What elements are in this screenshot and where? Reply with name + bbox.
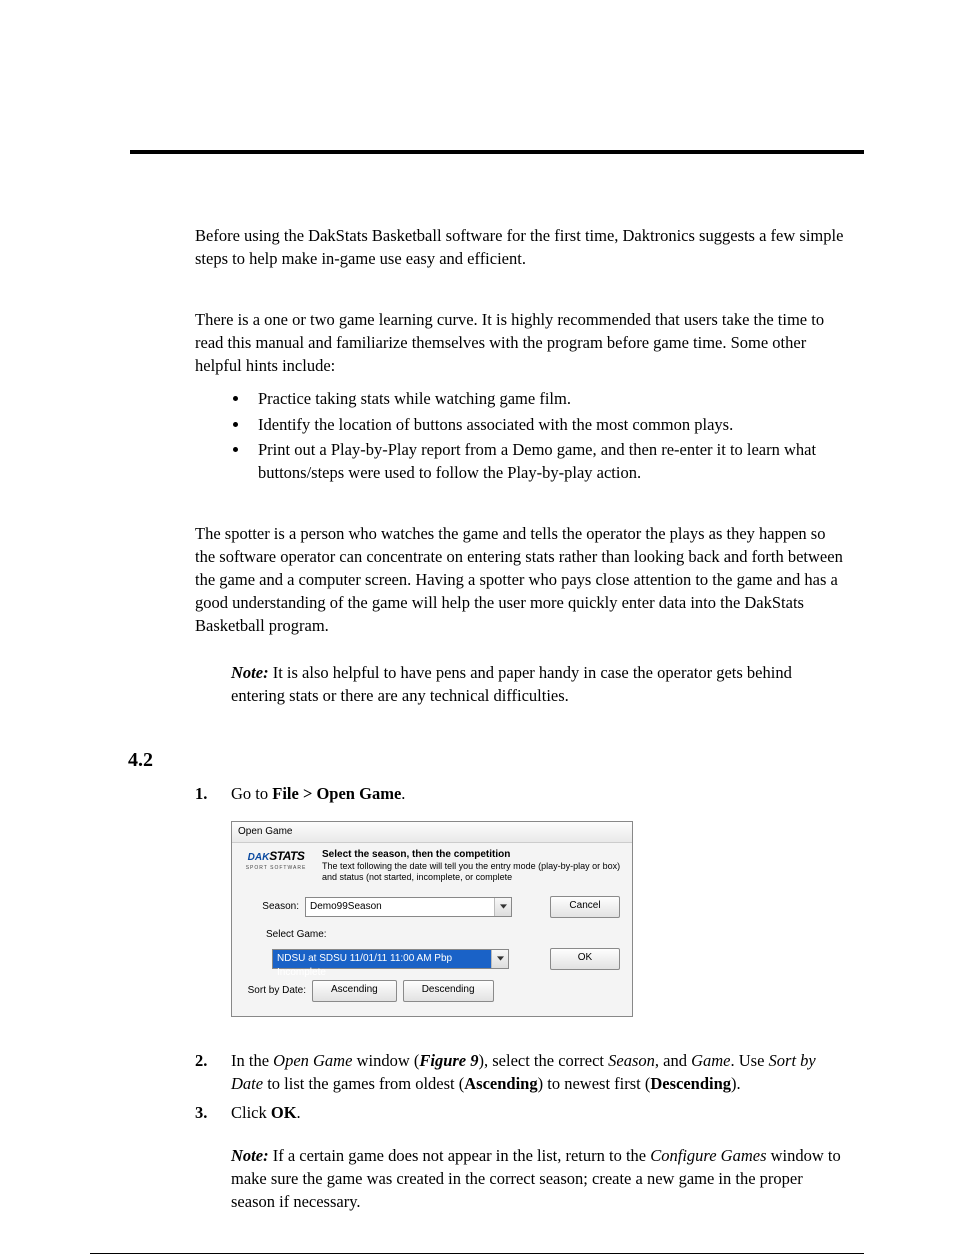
menu-path: File > Open Game bbox=[272, 784, 401, 803]
step-number: 1. bbox=[195, 782, 207, 805]
game-row: NDSU at SDSU 11/01/11 11:00 AM Pbp Incom… bbox=[244, 948, 620, 970]
sort-label: Sort by Date: bbox=[244, 984, 306, 998]
step-number: 3. bbox=[195, 1101, 207, 1124]
section-heading: 4.2 bbox=[128, 746, 153, 774]
season-row: Season: Demo99Season Cancel bbox=[244, 896, 620, 918]
top-rule bbox=[130, 150, 864, 154]
content-column: Before using the DakStats Basketball sof… bbox=[195, 224, 844, 746]
step-2: 2. In the Open Game window (Figure 9), s… bbox=[195, 1049, 844, 1095]
game-value: NDSU at SDSU 11/01/11 11:00 AM Pbp Incom… bbox=[273, 950, 491, 968]
step-1: 1. Go to File > Open Game. bbox=[195, 782, 844, 805]
step-text: Go to bbox=[231, 784, 272, 803]
hint-item: Print out a Play-by-Play report from a D… bbox=[250, 438, 844, 484]
intro-paragraph-1: Before using the DakStats Basketball sof… bbox=[195, 224, 844, 270]
figure-open-game-dialog: Open Game DAKSTATS SPORT SOFTWARE Select… bbox=[231, 821, 844, 1017]
step-list-continued: 2. In the Open Game window (Figure 9), s… bbox=[195, 1049, 844, 1124]
ok-button[interactable]: OK bbox=[550, 948, 620, 970]
dialog-body: Season: Demo99Season Cancel Select Game: bbox=[232, 886, 632, 1016]
intro-paragraph-2: There is a one or two game learning curv… bbox=[195, 308, 844, 377]
dialog-header-bold: Select the season, then the competition bbox=[322, 849, 624, 862]
season-value: Demo99Season bbox=[306, 898, 494, 916]
dialog: Open Game DAKSTATS SPORT SOFTWARE Select… bbox=[231, 821, 633, 1017]
chevron-down-icon[interactable] bbox=[494, 898, 511, 916]
season-label: Season: bbox=[244, 900, 299, 914]
step-note: Note: If a certain game does not appear … bbox=[231, 1144, 844, 1213]
hint-list: Practice taking stats while watching gam… bbox=[195, 387, 844, 483]
season-combo[interactable]: Demo99Season bbox=[305, 897, 512, 917]
note-text: It is also helpful to have pens and pape… bbox=[231, 663, 792, 705]
spotter-paragraph: The spotter is a person who watches the … bbox=[195, 522, 844, 637]
dialog-header: DAKSTATS SPORT SOFTWARE Select the seaso… bbox=[232, 843, 632, 886]
dialog-title-bar: Open Game bbox=[232, 822, 632, 843]
dialog-header-desc: The text following the date will tell yo… bbox=[322, 861, 624, 884]
step-list: 1. Go to File > Open Game. bbox=[195, 782, 844, 805]
note-label: Note: bbox=[231, 663, 269, 682]
dakstats-logo: DAKSTATS SPORT SOFTWARE bbox=[240, 849, 312, 871]
dialog-header-text: Select the season, then the competition … bbox=[322, 849, 624, 884]
section-body: 1. Go to File > Open Game. Open Game DAK… bbox=[195, 782, 844, 1214]
cancel-button[interactable]: Cancel bbox=[550, 896, 620, 918]
hint-item: Practice taking stats while watching gam… bbox=[250, 387, 844, 410]
sort-row: Sort by Date: Ascending Descending bbox=[244, 980, 620, 1002]
chevron-down-icon[interactable] bbox=[491, 950, 508, 968]
page: Before using the DakStats Basketball sof… bbox=[0, 0, 954, 1235]
select-game-label: Select Game: bbox=[266, 928, 620, 942]
ascending-button[interactable]: Ascending bbox=[312, 980, 397, 1002]
note-paragraph: Note: It is also helpful to have pens an… bbox=[231, 661, 844, 707]
note-label: Note: bbox=[231, 1146, 269, 1165]
step-number: 2. bbox=[195, 1049, 207, 1072]
step-3: 3. Click OK. bbox=[195, 1101, 844, 1124]
descending-button[interactable]: Descending bbox=[403, 980, 494, 1002]
game-combo[interactable]: NDSU at SDSU 11/01/11 11:00 AM Pbp Incom… bbox=[272, 949, 509, 969]
hint-item: Identify the location of buttons associa… bbox=[250, 413, 844, 436]
